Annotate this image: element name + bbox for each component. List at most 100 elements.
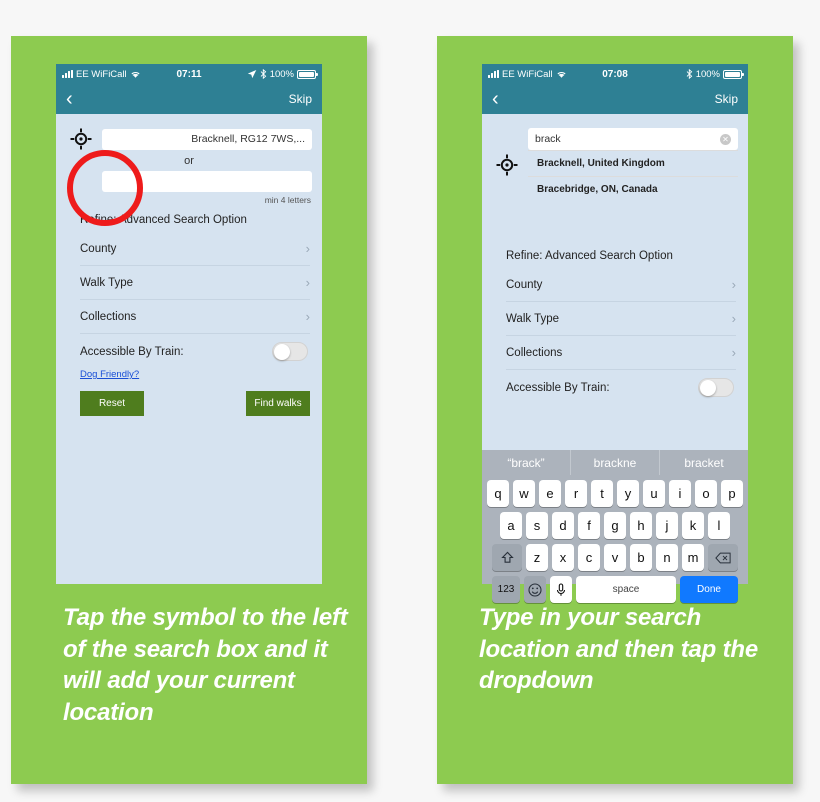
- key-f[interactable]: f: [578, 512, 600, 539]
- list-item-label: County: [506, 278, 543, 291]
- location-search-row: Bracknell, RG12 7WS,...: [56, 114, 322, 150]
- key-y[interactable]: y: [617, 480, 639, 507]
- phone-screen-left: EE WiFiCall 07:11 100% ‹ Skip Bracknell,…: [56, 64, 322, 584]
- key-r[interactable]: r: [565, 480, 587, 507]
- key-v[interactable]: v: [604, 544, 626, 571]
- status-bar-right: 100%: [686, 68, 744, 80]
- chevron-left-icon[interactable]: ‹: [66, 89, 73, 109]
- chevron-right-icon: ›: [731, 277, 736, 292]
- key-t[interactable]: t: [591, 480, 613, 507]
- shift-arrow-icon[interactable]: [492, 544, 522, 571]
- done-key[interactable]: Done: [680, 576, 738, 603]
- key-e[interactable]: e: [539, 480, 561, 507]
- caption-text: Type in your search location and then ta…: [479, 604, 759, 695]
- battery-percent-label: 100%: [269, 68, 294, 80]
- caption-text: Tap the symbol to the left of the search…: [63, 604, 348, 727]
- search-input[interactable]: brack ✕: [528, 128, 738, 150]
- chevron-right-icon: ›: [305, 241, 310, 256]
- prediction-2[interactable]: bracket: [659, 450, 748, 475]
- screenshot-stage: EE WiFiCall 07:11 100% ‹ Skip Bracknell,…: [0, 0, 820, 802]
- prediction-1[interactable]: brackne: [570, 450, 659, 475]
- list-item-label: County: [80, 242, 117, 255]
- autocomplete-wrapper: brack ✕ Bracknell, United Kingdom Braceb…: [528, 128, 738, 202]
- list-item-walk-type[interactable]: Walk Type ›: [506, 302, 736, 336]
- key-j[interactable]: j: [656, 512, 678, 539]
- nav-bar: ‹ Skip: [482, 84, 748, 114]
- keyboard-row-1: q w e r t y u i o p: [482, 480, 748, 507]
- red-highlight-circle: [67, 150, 143, 226]
- refine-title: Refine: Advanced Search Option: [506, 250, 673, 262]
- list-item-county[interactable]: County ›: [80, 232, 310, 266]
- accessible-by-train-toggle[interactable]: [698, 378, 734, 397]
- key-h[interactable]: h: [630, 512, 652, 539]
- autocomplete-dropdown: Bracknell, United Kingdom Bracebridge, O…: [528, 150, 738, 202]
- tutorial-card-right: EE WiFiCall 07:08 100% ‹ Skip brack ✕ Br…: [437, 36, 793, 784]
- skip-button[interactable]: Skip: [289, 92, 312, 106]
- accessible-by-train-row: Accessible By Train:: [482, 370, 748, 397]
- nav-bar: ‹ Skip: [56, 84, 322, 114]
- key-m[interactable]: m: [682, 544, 704, 571]
- chevron-right-icon: ›: [305, 275, 310, 290]
- bluetooth-icon: [686, 69, 692, 79]
- key-l[interactable]: l: [708, 512, 730, 539]
- list-item-label: Walk Type: [506, 312, 560, 325]
- key-g[interactable]: g: [604, 512, 626, 539]
- list-item-suggestion[interactable]: Bracebridge, ON, Canada: [528, 176, 738, 202]
- clear-circle-icon[interactable]: ✕: [720, 133, 731, 145]
- battery-percent-label: 100%: [695, 68, 720, 80]
- list-item-collections[interactable]: Collections ›: [80, 300, 310, 334]
- crosshair-target-icon[interactable]: [496, 154, 518, 176]
- key-o[interactable]: o: [695, 480, 717, 507]
- battery-icon: [723, 69, 744, 79]
- keyboard-row-3: z x c v b n m: [482, 544, 748, 571]
- chevron-right-icon: ›: [305, 309, 310, 324]
- accessible-by-train-row: Accessible By Train:: [56, 334, 322, 361]
- key-s[interactable]: s: [526, 512, 548, 539]
- list-item-suggestion[interactable]: Bracknell, United Kingdom: [528, 150, 738, 176]
- location-search-row: brack ✕ Bracknell, United Kingdom Braceb…: [482, 114, 748, 202]
- key-i[interactable]: i: [669, 480, 691, 507]
- list-item-collections[interactable]: Collections ›: [506, 336, 736, 370]
- key-b[interactable]: b: [630, 544, 652, 571]
- space-key[interactable]: space: [576, 576, 676, 603]
- location-arrow-icon: [247, 70, 256, 79]
- chevron-left-icon[interactable]: ‹: [492, 89, 499, 109]
- smiley-face-icon[interactable]: [524, 576, 546, 603]
- accessible-by-train-label: Accessible By Train:: [506, 381, 610, 394]
- chevron-right-icon: ›: [731, 311, 736, 326]
- dog-friendly-link[interactable]: Dog Friendly?: [56, 361, 322, 380]
- list-item-label: Walk Type: [80, 276, 134, 289]
- backspace-icon[interactable]: [708, 544, 738, 571]
- key-x[interactable]: x: [552, 544, 574, 571]
- key-p[interactable]: p: [721, 480, 743, 507]
- list-item-walk-type[interactable]: Walk Type ›: [80, 266, 310, 300]
- crosshair-target-icon[interactable]: [70, 128, 92, 150]
- list-item-county[interactable]: County ›: [506, 268, 736, 302]
- skip-button[interactable]: Skip: [715, 92, 738, 106]
- refine-options-list: County › Walk Type › Collections ›: [56, 232, 322, 334]
- search-input-value: brack: [535, 133, 561, 145]
- key-z[interactable]: z: [526, 544, 548, 571]
- list-item-label: Collections: [80, 310, 137, 323]
- key-a[interactable]: a: [500, 512, 522, 539]
- find-walks-button[interactable]: Find walks: [246, 391, 310, 416]
- key-q[interactable]: q: [487, 480, 509, 507]
- location-input[interactable]: Bracknell, RG12 7WS,...: [102, 128, 312, 150]
- microphone-icon[interactable]: [550, 576, 572, 603]
- on-screen-keyboard: “brack” brackne bracket q w e r t y u i …: [482, 450, 748, 603]
- key-u[interactable]: u: [643, 480, 665, 507]
- numbers-key[interactable]: 123: [492, 576, 520, 603]
- key-w[interactable]: w: [513, 480, 535, 507]
- status-bar-right: 100%: [247, 68, 318, 80]
- accessible-by-train-toggle[interactable]: [272, 342, 308, 361]
- prediction-0[interactable]: “brack”: [482, 450, 570, 475]
- reset-button[interactable]: Reset: [80, 391, 144, 416]
- key-k[interactable]: k: [682, 512, 704, 539]
- key-d[interactable]: d: [552, 512, 574, 539]
- chevron-right-icon: ›: [731, 345, 736, 360]
- list-item-label: Collections: [506, 346, 563, 359]
- keyboard-row-4: 123 space Done: [482, 576, 748, 603]
- tutorial-card-left: EE WiFiCall 07:11 100% ‹ Skip Bracknell,…: [11, 36, 367, 784]
- key-n[interactable]: n: [656, 544, 678, 571]
- key-c[interactable]: c: [578, 544, 600, 571]
